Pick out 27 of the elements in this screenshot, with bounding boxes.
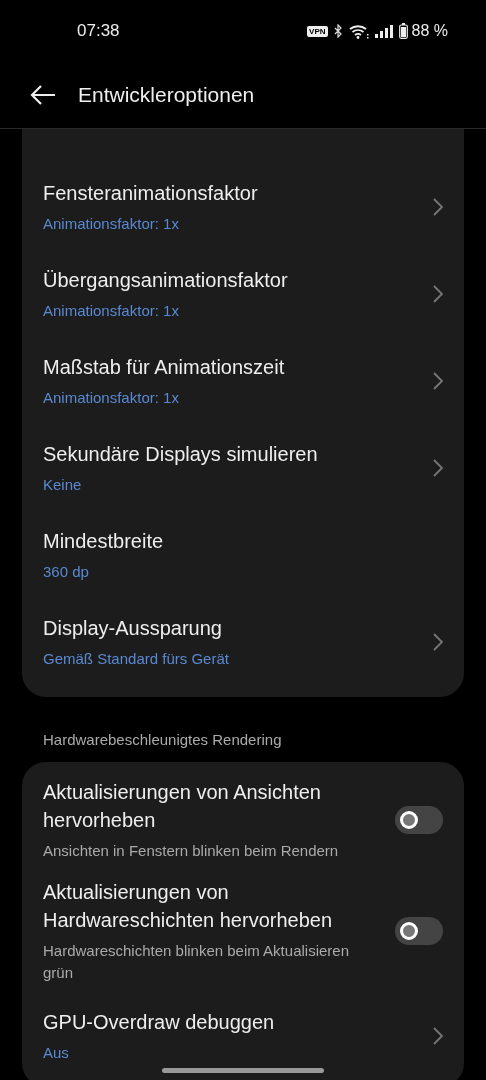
back-arrow-icon[interactable] xyxy=(30,85,56,105)
vpn-badge: VPN xyxy=(307,25,328,37)
chevron-icon xyxy=(433,1026,443,1045)
settings-item[interactable]: Übergangsanimationsfaktor Animationsfaktor: 1x xyxy=(22,250,464,337)
signal-icon xyxy=(374,24,393,38)
settings-item[interactable]: Maßstab für Animationszeit Animationsfaktor: 1x xyxy=(22,337,464,424)
settings-item[interactable]: GPU-Overdraw debuggen Aus xyxy=(22,992,464,1079)
chevron-icon xyxy=(433,458,443,477)
bluetooth-icon xyxy=(333,24,343,38)
chevron-icon xyxy=(433,632,443,651)
settings-item[interactable]: Sekundäre Displays simulieren Keine xyxy=(22,424,464,511)
chevron-icon xyxy=(433,371,443,390)
chevron-icon xyxy=(433,197,443,216)
settings-item[interactable]: Aktualisierungen von Hardwareschichten hervorheben Hardwareschichten blinken beim Aktualisieren grün xyxy=(22,870,464,992)
status-time: 07:38 xyxy=(77,21,120,41)
settings-item[interactable]: Fensteranimationsfaktor Animationsfaktor: 1x xyxy=(22,163,464,250)
battery-percentage: 88 % xyxy=(411,22,448,40)
battery-icon xyxy=(398,23,408,39)
toggle-switch[interactable] xyxy=(395,806,443,834)
page-title: Entwickleroptionen xyxy=(78,83,255,107)
wifi-icon xyxy=(348,23,369,39)
settings-item[interactable]: Mindestbreite 360 dp xyxy=(22,511,464,598)
section-header: Hardwarebeschleunigtes Rendering xyxy=(42,730,283,750)
toggle-switch[interactable] xyxy=(395,917,443,945)
settings-item[interactable]: Display-Aussparung Gemäß Standard fürs Gerät xyxy=(22,598,464,685)
settings-item[interactable]: Aktualisierungen von Ansichten hervorheben Ansichten in Fenstern blinken beim Rendern xyxy=(22,770,464,870)
chevron-icon xyxy=(433,284,443,303)
